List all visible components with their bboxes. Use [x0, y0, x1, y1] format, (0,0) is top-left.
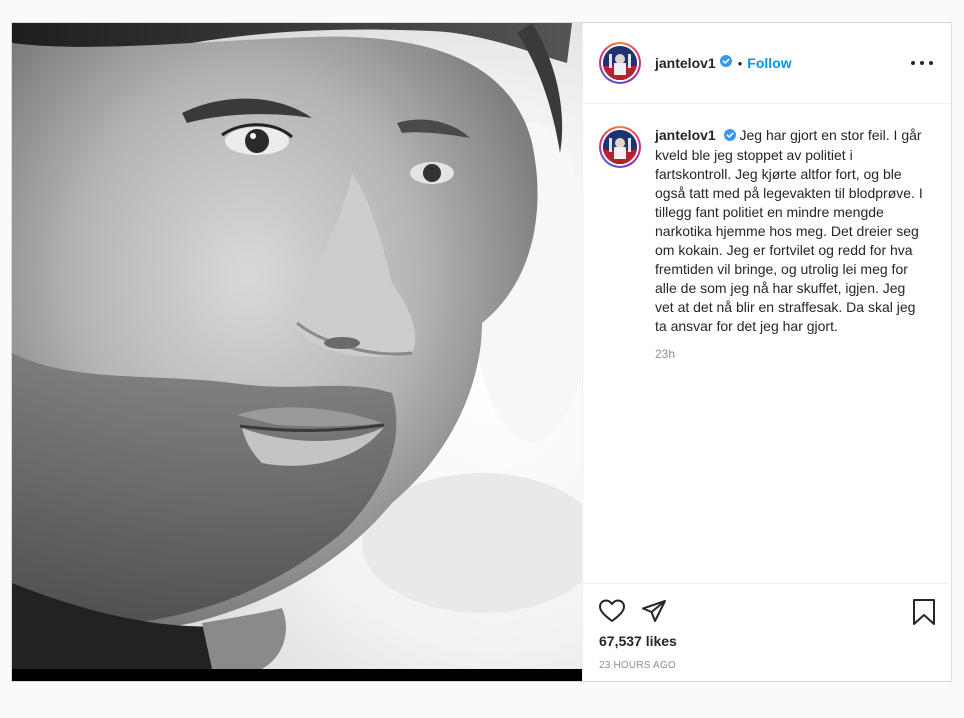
- caption-text: jantelov1 Jeg har gjort en stor feil. I …: [655, 126, 925, 336]
- caption-avatar[interactable]: [599, 126, 641, 168]
- more-options-icon[interactable]: [911, 53, 933, 73]
- caption-username-link[interactable]: jantelov1: [655, 127, 716, 143]
- likes-count[interactable]: 67,537 likes: [599, 633, 936, 649]
- post-dialog: jantelov1 • Follow jantelov1 Jeg har gjo…: [11, 22, 952, 682]
- action-bar: 67,537 likes 23 HOURS AGO: [583, 583, 952, 681]
- username-link[interactable]: jantelov1: [655, 55, 716, 71]
- send-icon[interactable]: [641, 599, 667, 623]
- post-header: jantelov1 • Follow: [583, 23, 951, 104]
- verified-badge-icon: [719, 54, 732, 72]
- heart-icon[interactable]: [599, 599, 625, 623]
- caption-row: jantelov1 Jeg har gjort en stor feil. I …: [583, 104, 951, 336]
- post-time-ago[interactable]: 23 HOURS AGO: [599, 660, 936, 671]
- bookmark-icon[interactable]: [912, 598, 936, 631]
- post-details-panel: jantelov1 • Follow jantelov1 Jeg har gjo…: [582, 23, 952, 681]
- avatar[interactable]: [599, 42, 641, 84]
- verified-badge-icon: [723, 127, 736, 146]
- post-photo[interactable]: [12, 23, 582, 681]
- follow-button[interactable]: Follow: [747, 55, 791, 71]
- separator-dot: •: [737, 55, 743, 71]
- caption-timestamp[interactable]: 23h: [655, 347, 951, 361]
- caption-body: Jeg har gjort en stor feil. I går kveld …: [655, 127, 923, 334]
